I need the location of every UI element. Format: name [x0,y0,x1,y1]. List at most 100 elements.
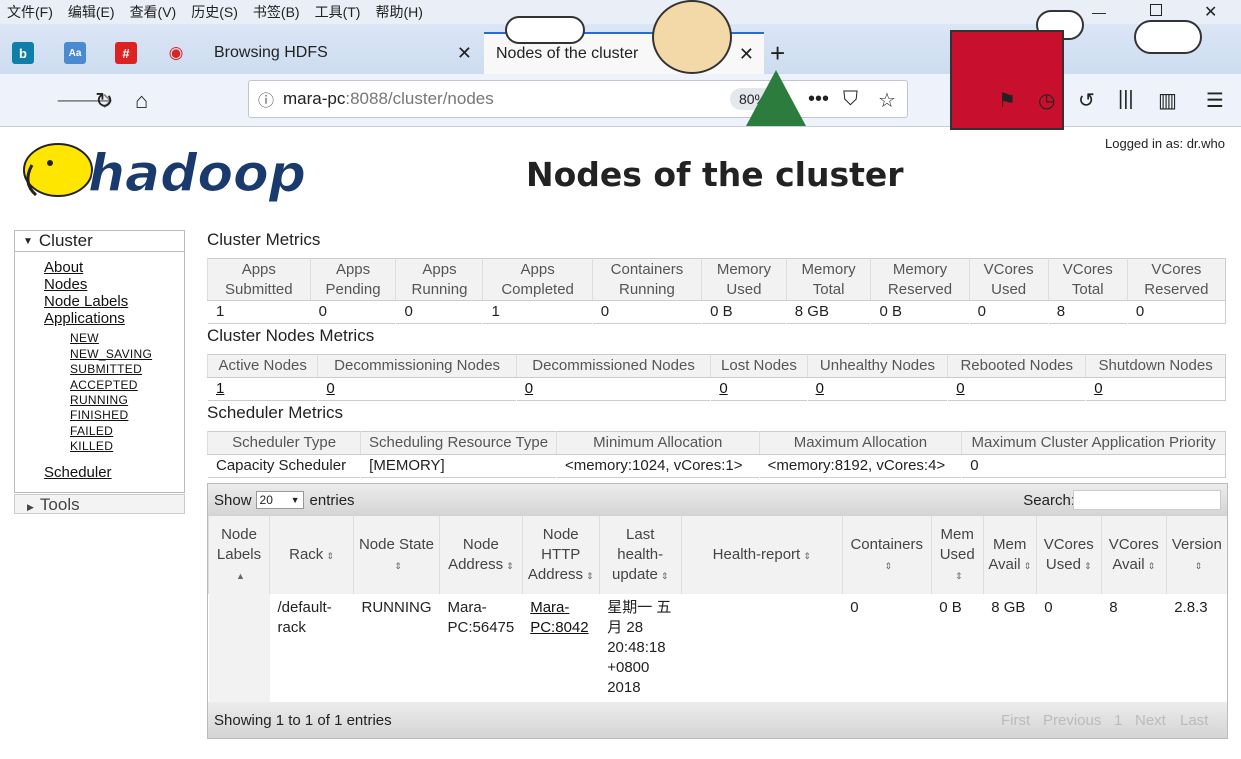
pager-previous[interactable]: Previous [1043,712,1101,729]
col-apps-running: Apps Running [395,258,483,301]
menu-file[interactable]: 文件(F) [0,2,61,22]
bookmark-star-icon[interactable]: ☆ [878,88,896,113]
pager-first[interactable]: First [1001,712,1030,729]
rebooted-nodes-link[interactable]: 0 [956,380,964,397]
history-icon[interactable]: ↺ [1078,88,1095,113]
home-button[interactable]: ⌂ [135,88,148,114]
tab-browsing-hdfs[interactable]: Browsing HDFS ✕ [200,32,482,74]
sidebar-link-node-labels[interactable]: Node Labels [44,293,128,310]
sort-asc-icon: ▲ [236,570,245,581]
sidebar-app-new[interactable]: NEW [70,331,99,345]
page-actions-icon[interactable]: ••• [808,88,829,111]
col-vcores-total: VCores Total [1047,258,1128,301]
shutdown-nodes-link[interactable]: 0 [1094,380,1102,397]
col-node-http-address[interactable]: Node HTTP Address ⇕ [521,516,600,594]
cell-containers: 0 [850,599,859,616]
col-containers[interactable]: Containers⇕ [841,516,932,594]
lost-nodes-link[interactable]: 0 [719,380,727,397]
cell-node-labels [208,594,270,702]
node-http-address-link[interactable]: Mara-PC:8042 [530,599,588,636]
collapsed-triangle-icon: ▶ [27,502,34,512]
sidebar-app-failed[interactable]: FAILED [70,424,113,438]
reload-button[interactable]: ↻ [95,88,113,114]
menu-edit[interactable]: 编辑(E) [61,2,123,22]
close-tab-icon[interactable]: ✕ [739,44,754,65]
cell-vcores-avail: 8 [1109,599,1118,616]
pager-page-1[interactable]: 1 [1114,712,1122,729]
extension-icon[interactable]: ⚑ [998,88,1016,113]
col-node-address[interactable]: Node Address ⇕ [439,516,523,594]
chevron-down-icon: ▼ [290,495,300,505]
tab-label: Browsing HDFS [214,44,328,61]
col-rack[interactable]: Rack ⇕ [269,516,354,594]
sort-icon: ⇕ [326,550,334,561]
scheduler-value: <memory:1024, vCores:1> [555,454,760,478]
clock-icon[interactable]: ◷ [1038,88,1055,113]
window-close-icon[interactable]: ✕ [1204,2,1217,22]
entries-select[interactable]: 20 ▼ [255,491,304,509]
sidebar-toggle-icon[interactable]: ▥ [1158,88,1177,113]
expanded-triangle-icon: ▼ [23,236,33,247]
decommissioned-nodes-link[interactable]: 0 [525,380,533,397]
sort-icon: ⇕ [1023,560,1032,571]
col-vcores-avail[interactable]: VCores Avail ⇕ [1100,516,1167,594]
sidebar-app-running[interactable]: RUNNING [70,393,128,407]
col-node-state[interactable]: Node State⇕ [353,516,440,594]
sidebar-link-nodes[interactable]: Nodes [44,276,87,293]
search-input[interactable] [1073,490,1221,510]
site-info-icon[interactable]: ⓘ [249,87,283,111]
dictionary-pinned-tab-icon[interactable]: Aa [64,42,86,64]
sidebar-app-killed[interactable]: KILLED [70,439,113,453]
weibo-pinned-tab-icon[interactable]: ◉ [165,42,187,64]
metric-value: 0 [309,300,396,324]
cluster-metrics-table: Apps Submitted Apps Pending Apps Running Ap… [207,258,1226,324]
sidebar-app-submitted[interactable]: SUBMITTED [70,362,142,376]
col-containers-running: Containers Running [591,258,702,301]
col-max-app-priority: Maximum Cluster Application Priority [961,431,1226,455]
bing-pinned-tab-icon[interactable]: b [12,42,34,64]
sidebar-link-scheduler[interactable]: Scheduler [44,464,112,481]
close-tab-icon[interactable]: ✕ [457,43,472,64]
url-host: mara-pc [283,89,346,108]
sidebar-link-applications[interactable]: Applications [44,310,125,327]
col-scheduler-type: Scheduler Type [206,431,361,455]
pager-last[interactable]: Last [1180,712,1208,729]
decommissioning-nodes-link[interactable]: 0 [326,380,334,397]
sidebar-app-finished[interactable]: FINISHED [70,408,128,422]
pocket-icon[interactable]: ⛉ [843,88,858,111]
node-metrics-title: Cluster Nodes Metrics [207,326,375,345]
sidebar: ▼ Cluster About Nodes Node Labels Applica… [14,230,185,493]
col-last-health-update[interactable]: Last health-update ⇕ [598,516,682,594]
col-health-report[interactable]: Health-report ⇕ [680,516,843,594]
hamburger-menu-icon[interactable]: ☰ [1206,88,1224,113]
app-pinned-tab-icon[interactable]: # [115,42,137,64]
col-vcores-used[interactable]: VCores Used ⇕ [1035,516,1102,594]
library-icon[interactable]: ||| [1118,88,1134,111]
theme-doghouse-art [950,30,1064,130]
cell-mem-avail: 8 GB [991,599,1026,616]
menu-tools[interactable]: 工具(T) [308,2,369,22]
sort-icon: ⇕ [394,560,402,571]
theme-cloud-art [505,16,585,44]
menu-help[interactable]: 帮助(H) [368,2,430,22]
new-tab-button[interactable]: + [770,38,785,69]
menu-view[interactable]: 查看(V) [123,2,185,22]
maximize-icon[interactable] [1150,4,1162,16]
col-mem-used[interactable]: Mem Used⇕ [930,516,984,594]
col-mem-avail[interactable]: Mem Avail ⇕ [982,516,1037,594]
minimize-icon[interactable]: — [1092,4,1106,20]
col-version[interactable]: Version⇕ [1165,516,1227,594]
pager-next[interactable]: Next [1135,712,1166,729]
sidebar-section-tools[interactable]: ▶ Tools [14,494,185,514]
sidebar-section-cluster[interactable]: ▼ Cluster [14,230,185,252]
node-metrics-table: Active Nodes Decommissioning Nodes Decom… [206,354,1226,401]
sidebar-link-about[interactable]: About [44,259,83,276]
unhealthy-nodes-link[interactable]: 0 [816,380,824,397]
col-node-labels[interactable]: Node Labels ▲ [208,516,270,594]
sidebar-app-accepted[interactable]: ACCEPTED [70,378,138,392]
menu-bookmarks[interactable]: 书签(B) [246,2,308,22]
sidebar-app-new-saving[interactable]: NEW_SAVING [70,347,152,361]
active-nodes-link[interactable]: 1 [216,380,224,397]
menu-history[interactable]: 历史(S) [184,2,246,22]
nodes-table-footer: Showing 1 to 1 of 1 entries First Previo… [208,702,1227,738]
